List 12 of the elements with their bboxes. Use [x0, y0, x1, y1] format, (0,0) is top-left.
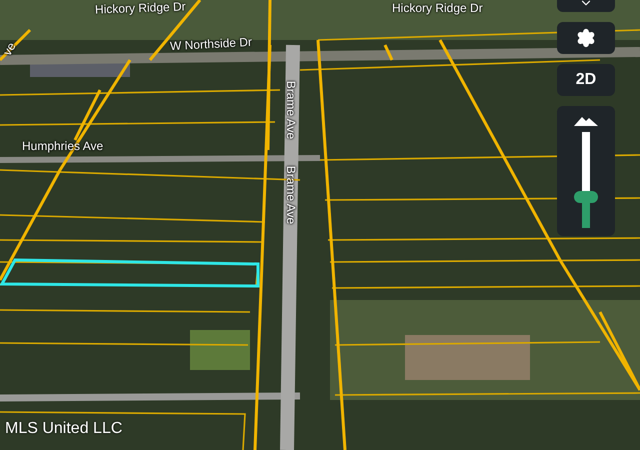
- street-label: Brame Ave: [284, 166, 298, 224]
- slider-thumb[interactable]: [574, 190, 598, 203]
- street-label: Brame Ave: [284, 80, 298, 140]
- street-label: Hickory Ridge Dr: [94, 0, 186, 17]
- attribution-text: MLS United LLC: [5, 419, 122, 439]
- street-label: W Northside Dr: [170, 34, 252, 54]
- settings-icon: [576, 28, 596, 48]
- street-label: ve: [0, 40, 19, 58]
- street-label: Hickory Ridge Dr: [392, 1, 483, 15]
- settings-button[interactable]: [557, 22, 615, 54]
- mountain-icon: [574, 116, 598, 126]
- view-mode-button[interactable]: 2D: [557, 64, 615, 96]
